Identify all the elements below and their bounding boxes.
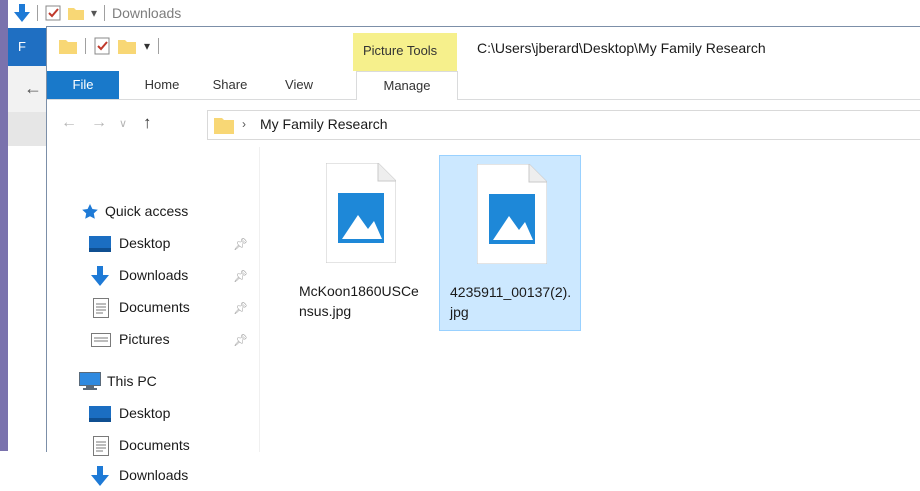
nav-label: Documents [119,299,190,315]
sidebar-item-desktop-pc[interactable]: Desktop [47,399,257,429]
nav-label: Downloads [119,467,189,483]
tab-file[interactable]: File [47,71,119,99]
tab-view[interactable]: View [279,71,319,99]
sidebar-item-documents-pc[interactable]: Documents [47,431,257,461]
file-explorer-window: ▾ Picture Tools C:\Users\jberard\Desktop… [46,26,920,486]
file-list: McKoon1860USCensus.jpg 4235911_00137(2).… [261,147,920,452]
sidebar-item-this-pc[interactable]: This PC [47,367,257,397]
nav-label: Desktop [119,405,171,421]
new-folder-icon[interactable] [68,5,84,21]
back-arrow-icon[interactable]: ← [61,114,77,132]
pin-icon[interactable]: 📌︎ [233,269,248,283]
address-bar[interactable]: › My Family Research [207,110,920,140]
up-arrow-icon[interactable]: ↑ [143,113,152,133]
forward-arrow-icon[interactable]: → [91,114,107,132]
nav-quick-access[interactable]: Quick access [47,197,257,227]
sidebar-item-desktop[interactable]: Desktop 📌︎ [47,229,257,259]
back-arrow-icon[interactable]: ← [24,78,42,99]
window-title: C:\Users\jberard\Desktop\My Family Resea… [477,40,766,56]
file-name: 4235911_00137(2).jpg [450,284,572,320]
pin-icon[interactable]: 📌︎ [233,301,248,315]
breadcrumb-chevron-icon[interactable]: › [242,117,246,131]
navigation-pane: Quick access Desktop 📌︎ Downloads 📌︎ Doc… [47,147,257,486]
sidebar-item-documents[interactable]: Documents 📌︎ [47,293,257,323]
background-nav-pane [8,112,46,451]
separator [85,38,86,54]
nav-label: Downloads [119,267,189,283]
background-window-title: Downloads [112,5,182,21]
image-file-icon [477,164,547,264]
downloads-icon [91,266,109,286]
image-file-icon [326,163,396,263]
nav-label: Desktop [119,235,171,251]
ribbon-tabs: File Home Share View Manage [47,71,920,100]
sidebar-item-downloads[interactable]: Downloads 📌︎ [47,261,257,291]
pane-divider[interactable] [259,147,260,452]
documents-icon [93,436,109,456]
properties-icon[interactable] [94,37,110,55]
new-folder-icon[interactable] [118,38,136,54]
pin-icon[interactable]: 📌︎ [233,237,248,251]
recent-locations-chevron-icon[interactable]: ∨ [119,117,127,130]
background-window-titlebar: ▾ Downloads [8,0,920,28]
background-file-tab[interactable]: F [8,28,46,66]
title-bar: ▾ Picture Tools C:\Users\jberard\Desktop… [47,27,920,71]
tab-manage[interactable]: Manage [356,71,458,100]
tab-home[interactable]: Home [137,71,187,99]
picture-tools-header: Picture Tools [353,33,457,71]
sidebar-item-downloads-pc[interactable]: Downloads [47,461,257,491]
customize-toolbar-icon[interactable]: ▾ [91,6,97,20]
documents-icon [93,298,109,318]
quick-access-toolbar: ▾ [59,35,160,57]
picture-tools-label: Picture Tools [363,43,438,58]
file-item[interactable]: McKoon1860USCensus.jpg [289,155,429,329]
folder-icon [214,118,234,134]
separator [158,38,160,54]
separator [104,5,106,21]
down-arrow-icon[interactable] [14,4,30,22]
customize-toolbar-icon[interactable]: ▾ [144,39,150,53]
checkbox-properties-icon[interactable] [45,5,61,21]
desktop-icon [89,406,111,422]
folder-icon[interactable] [59,38,77,54]
pin-icon[interactable]: 📌︎ [233,333,248,347]
background-nav-area: ← [8,66,46,112]
desktop-icon [89,236,111,252]
tab-share[interactable]: Share [205,71,255,99]
breadcrumb-current-folder[interactable]: My Family Research [260,116,388,132]
nav-label: This PC [107,373,157,389]
separator [37,5,38,21]
nav-label: Quick access [105,203,189,219]
star-icon [82,204,98,219]
background-window-edge [0,0,8,451]
address-row: ← → ∨ ↑ › My Family Research [47,110,920,140]
nav-label: Pictures [119,331,170,347]
file-item-selected[interactable]: 4235911_00137(2).jpg [439,155,581,331]
sidebar-item-pictures[interactable]: Pictures 📌︎ [47,325,257,355]
downloads-icon [91,466,109,486]
computer-icon [79,372,101,390]
pictures-icon [91,333,111,347]
background-quick-access-toolbar: ▾ Downloads [14,2,181,24]
file-name: McKoon1860USCensus.jpg [299,283,419,319]
